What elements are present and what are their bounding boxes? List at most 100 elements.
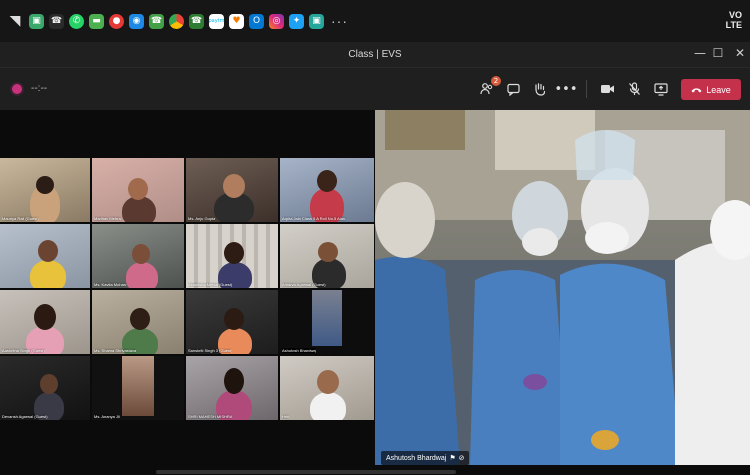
participant-name: Ms. Ananya Jil: [94, 414, 120, 419]
participant-name: Atharva Agarwal (Guest): [282, 282, 326, 287]
participant-tile[interactable]: Devansh Agarwal (Guest): [0, 356, 90, 420]
participant-video-inset: [122, 356, 154, 416]
participant-head: [224, 308, 244, 330]
participant-head: [317, 370, 339, 394]
blue-app-icon: ◉: [129, 13, 144, 29]
participant-name: SHRI MAHESH MISHRA: [188, 414, 233, 419]
participant-figure: [126, 262, 158, 288]
participant-name: Mauriya Rail (Guest): [2, 216, 39, 221]
participant-name: Ashutosh Bhardwaj: [282, 348, 317, 353]
participant-tile[interactable]: Aashritha Singh (Guest): [0, 290, 90, 354]
participant-head: [317, 170, 337, 192]
meeting-stage: Mauriya Rail (Guest) Madhav Mehra Ms. An…: [0, 110, 750, 475]
green-app-icon-2: ▣: [309, 13, 324, 29]
participant-tile[interactable]: Ms. Kavita Mohan: [92, 224, 184, 288]
participant-name: Devansh Agarwal (Guest): [2, 414, 48, 419]
participant-figure: [310, 392, 346, 420]
participant-tile[interactable]: Mauriya Rail (Guest): [0, 158, 90, 222]
minimize-button[interactable]: —: [692, 46, 708, 60]
participant-tile[interactable]: Arpita Jain Class 5 A Roll No.5 Alan...: [280, 158, 374, 222]
whatsapp-icon: ✆: [69, 13, 84, 29]
outlook-icon: O: [249, 13, 264, 29]
paytm-icon: paytm: [208, 13, 225, 29]
participants-count-badge: 2: [491, 76, 501, 86]
participant-tile[interactable]: Atharva Agarwal (Guest): [280, 224, 374, 288]
participant-name: Ms. Kavita Mohan: [94, 282, 127, 287]
participant-tile[interactable]: Ms. Ananya Jil: [92, 356, 184, 420]
participant-head: [223, 174, 245, 198]
phone-icon: ☎: [49, 13, 64, 29]
microphone-toggle-button[interactable]: [624, 79, 644, 99]
speaker-name: Ashutosh Bhardwaj: [386, 454, 447, 462]
participant-tile[interactable]: Ashutosh Bhardwaj: [280, 290, 374, 354]
hand-icon: [534, 83, 545, 96]
participant-head: [224, 242, 244, 264]
more-horizontal-icon: •••: [554, 81, 578, 97]
participant-name: Ms. Shama Shrivastava: [94, 348, 137, 353]
camera-toggle-button[interactable]: [597, 79, 617, 99]
participant-head: [34, 304, 56, 330]
participant-gallery: Mauriya Rail (Guest) Madhav Mehra Ms. An…: [0, 158, 374, 420]
maximize-button[interactable]: ☐: [710, 46, 726, 60]
participant-name: Akanksha Mehta (Guest): [188, 282, 233, 287]
app-green-icon: ▣: [29, 13, 44, 29]
window-title-bar: Class | EVS — ☐ ✕: [0, 42, 750, 68]
more-options-button[interactable]: •••: [554, 79, 578, 99]
participant-video-inset: [312, 290, 342, 346]
pin-icon: ⚑: [449, 454, 456, 462]
active-speaker-name-tag: Ashutosh Bhardwaj ⚑ ⊘: [381, 451, 470, 465]
network-label-lte: LTE: [725, 20, 742, 30]
participant-tile[interactable]: SHRI MAHESH MISHRA: [186, 356, 278, 420]
participant-name: Aashritha Singh (Guest): [2, 348, 45, 353]
participant-tile[interactable]: Hriti: [280, 356, 374, 420]
window-title: Class | EVS: [348, 49, 402, 60]
close-window-button[interactable]: ✕: [732, 46, 748, 60]
participant-head: [132, 244, 150, 264]
participant-name: Arpita Jain Class 5 A Roll No.5 Alan...: [282, 216, 349, 221]
active-speaker-video[interactable]: [375, 110, 750, 465]
phone-status-bar: ◥ ▣ ☎ ✆ ▬ ● ◉ ☎ ☎ paytm ♥ O ◎ ✦ ▣ ··· VO…: [0, 0, 750, 42]
chat-button[interactable]: [503, 79, 523, 99]
camera-icon: [600, 85, 614, 93]
hospital-ward-scene: [375, 110, 750, 465]
participant-head: [224, 368, 244, 394]
wifi-icon: ◥: [9, 13, 21, 29]
more-notifications-icon: ···: [331, 13, 348, 29]
phone-call-icon: ☎: [149, 13, 164, 29]
participants-button[interactable]: 2: [477, 76, 501, 99]
leave-button[interactable]: Leave: [681, 79, 741, 100]
mic-off-icon: [628, 82, 640, 95]
participant-tile[interactable]: Ms. Anju Gupta: [186, 158, 278, 222]
heart-app-icon: ♥: [229, 13, 244, 29]
participant-tile[interactable]: [0, 224, 90, 288]
toolbar-divider: [586, 80, 587, 98]
twitter-icon: ✦: [289, 13, 304, 29]
share-screen-button[interactable]: [651, 79, 671, 99]
participant-head: [38, 240, 58, 262]
participant-head: [40, 374, 58, 394]
participant-head: [318, 242, 338, 262]
participant-tile[interactable]: Ms. Shama Shrivastava: [92, 290, 184, 354]
network-indicator: VO LTE: [726, 10, 742, 30]
participant-name: Sanskriti Singh 3 (Guest): [188, 348, 233, 353]
participant-head: [36, 176, 54, 194]
messages-icon: ▬: [89, 13, 104, 29]
participant-name: Madhav Mehra: [94, 216, 121, 221]
recording-icon: [12, 84, 22, 94]
participant-head: [128, 178, 148, 200]
raise-hand-button[interactable]: [529, 79, 549, 99]
participant-figure: [30, 260, 66, 288]
share-tray-icon: [654, 82, 668, 96]
participant-tile[interactable]: Madhav Mehra: [92, 158, 184, 222]
participant-tile[interactable]: Sanskriti Singh 3 (Guest): [186, 290, 278, 354]
chat-icon: [506, 83, 520, 96]
instagram-icon: ◎: [269, 13, 284, 29]
hang-up-icon: [691, 87, 702, 92]
meeting-toolbar: --:-- 2 •••: [0, 68, 750, 110]
participant-tile[interactable]: Akanksha Mehta (Guest): [186, 224, 278, 288]
leave-label: Leave: [706, 84, 731, 95]
horizontal-scrollbar[interactable]: [156, 470, 456, 474]
red-app-icon: ●: [109, 13, 124, 29]
mic-muted-icon: ⊘: [458, 454, 465, 462]
network-label-vo: VO: [728, 10, 742, 20]
